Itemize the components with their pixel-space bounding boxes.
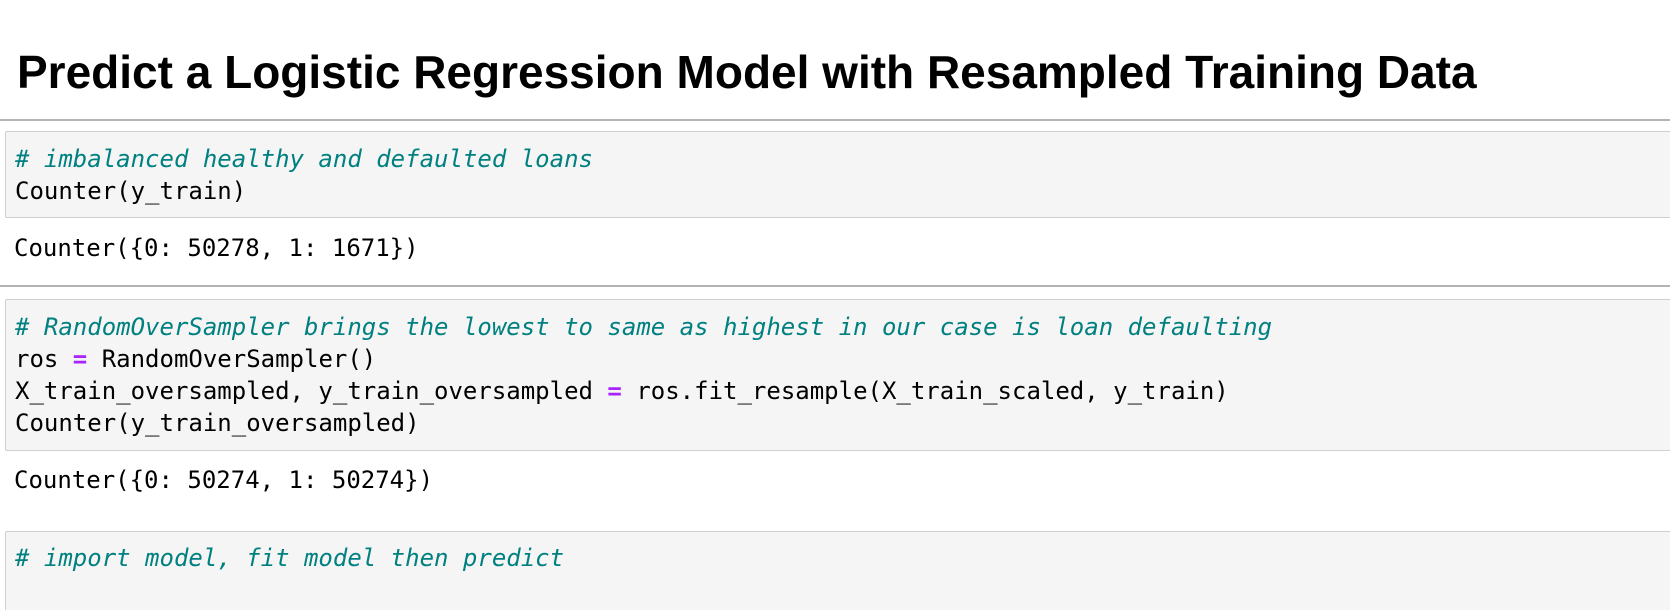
section-heading: Predict a Logistic Regression Model with…	[17, 46, 1477, 98]
code-line: X_train_oversampled, y_train_oversampled…	[15, 375, 1229, 407]
code-line: Counter(y_train)	[15, 177, 247, 205]
code-token: ros	[15, 345, 73, 373]
code-cell[interactable]: # import model, fit model then predict	[5, 531, 1670, 610]
code-token: RandomOverSampler()	[87, 345, 377, 373]
code-token: ros.fit_resample(X_train_scaled, y_train…	[621, 377, 1229, 405]
cell-output: Counter({0: 50278, 1: 1671})	[14, 234, 419, 262]
code-comment: # imbalanced healthy and defaulted loans	[15, 145, 593, 173]
assignment-operator: =	[607, 377, 622, 405]
code-token: X_train_oversampled, y_train_oversampled	[15, 377, 608, 405]
assignment-operator: =	[72, 345, 88, 373]
cell-divider	[0, 119, 1670, 121]
code-cell[interactable]: # RandomOverSampler brings the lowest to…	[5, 299, 1670, 451]
code-line: ros = RandomOverSampler()	[15, 343, 376, 375]
cell-divider	[0, 285, 1670, 287]
cell-output: Counter({0: 50274, 1: 50274})	[14, 466, 434, 494]
code-line: Counter(y_train_oversampled)	[15, 409, 420, 437]
notebook-page: Predict a Logistic Regression Model with…	[0, 0, 1670, 610]
code-cell[interactable]: # imbalanced healthy and defaulted loans…	[5, 131, 1670, 218]
code-comment: # RandomOverSampler brings the lowest to…	[15, 313, 1273, 341]
code-comment: # import model, fit model then predict	[15, 544, 565, 572]
